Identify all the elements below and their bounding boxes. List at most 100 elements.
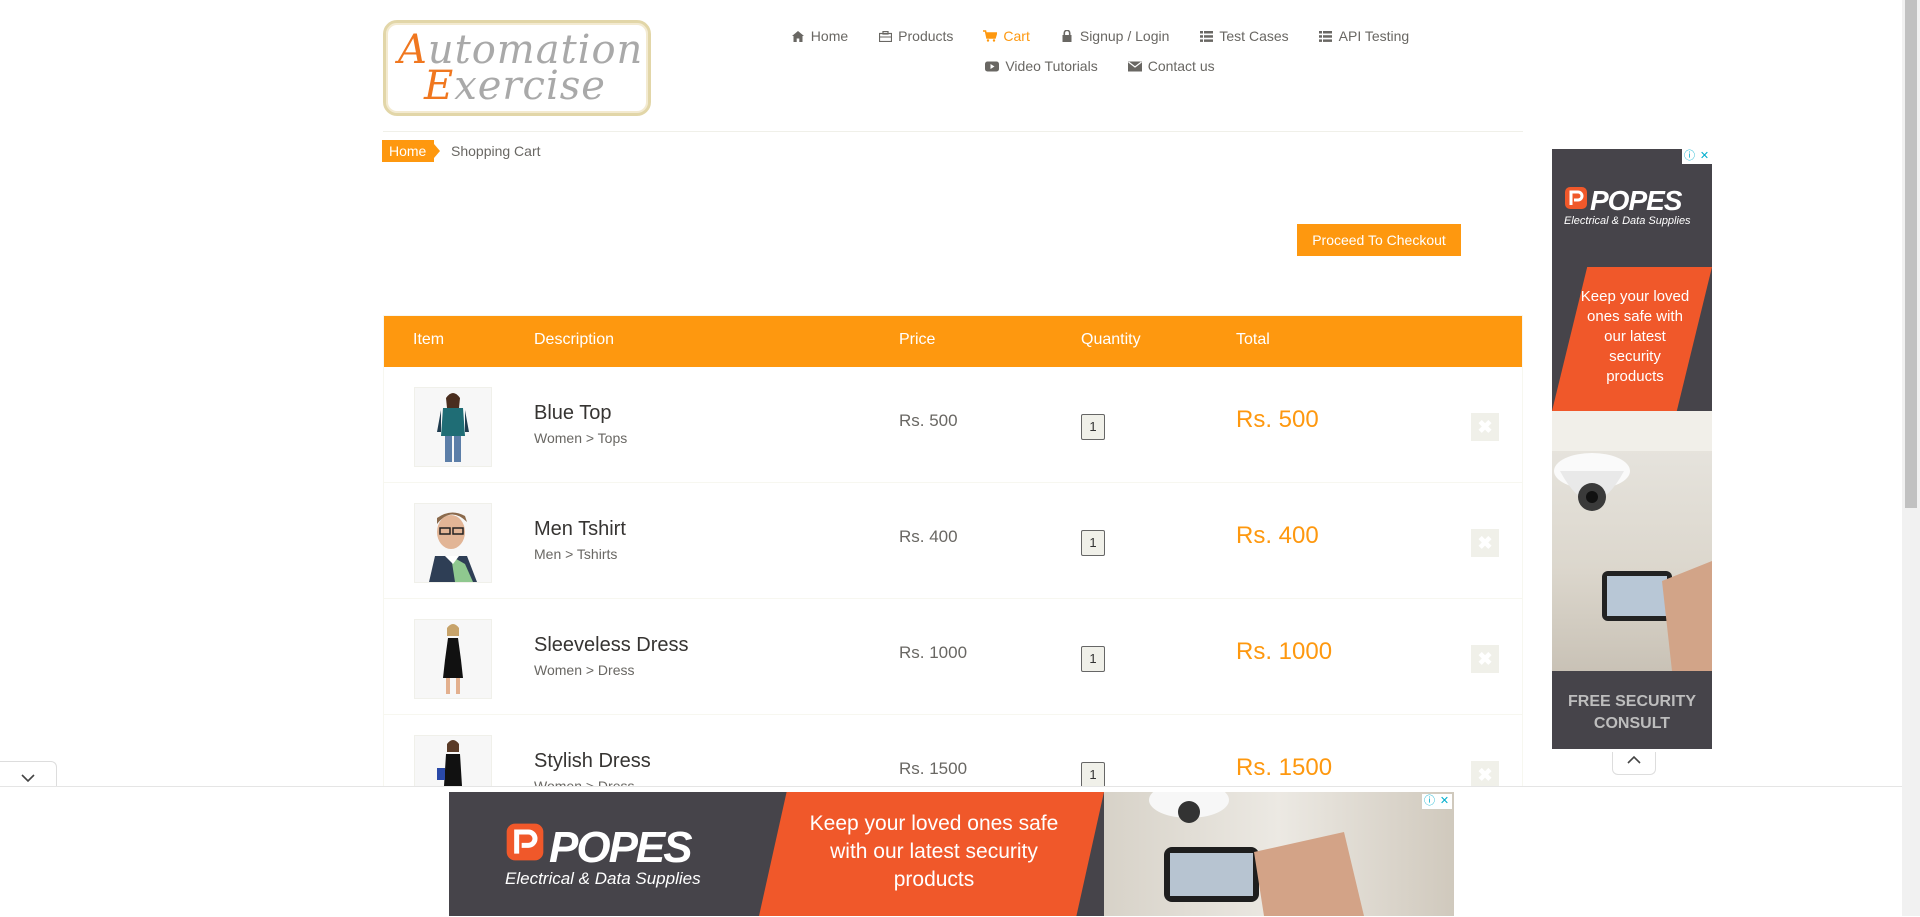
- cart-row: Blue Top Women > Tops Rs. 500 1 Rs. 500 …: [384, 367, 1522, 483]
- cart-row: Sleeveless Dress Women > Dress Rs. 1000 …: [384, 599, 1522, 715]
- delete-item-button[interactable]: ✖: [1471, 761, 1499, 786]
- cart-table: Item Description Price Quantity Total Bl…: [383, 315, 1523, 786]
- header-total: Total: [1236, 331, 1270, 348]
- product-name[interactable]: Stylish Dress: [534, 750, 651, 773]
- breadcrumb-home[interactable]: Home: [382, 140, 441, 162]
- quantity-box: 1: [1081, 762, 1105, 786]
- nav-signup-login[interactable]: Signup / Login: [1060, 28, 1170, 44]
- header-item: Item: [413, 331, 445, 348]
- ad-cta[interactable]: FREE SECURITY CONSULT: [1552, 671, 1712, 749]
- breadcrumb-current: Shopping Cart: [451, 143, 541, 159]
- product-name[interactable]: Sleeveless Dress: [534, 634, 689, 657]
- ad-camera-image: [1552, 411, 1712, 671]
- product-category: Women > Dress: [534, 662, 635, 678]
- cart-row: Men Tshirt Men > Tshirts Rs. 400 1 Rs. 4…: [384, 483, 1522, 599]
- quantity-box: 1: [1081, 414, 1105, 440]
- product-price: Rs. 500: [899, 411, 958, 430]
- list-icon: [1319, 29, 1333, 43]
- ad-tagline: Electrical & Data Supplies: [1564, 215, 1691, 227]
- proceed-to-checkout-button[interactable]: Proceed To Checkout: [1297, 224, 1461, 256]
- youtube-icon: [985, 59, 1000, 73]
- product-name[interactable]: Men Tshirt: [534, 518, 626, 541]
- product-image-sleeveless-dress[interactable]: [414, 619, 492, 699]
- lock-icon: [1060, 29, 1074, 43]
- nav-api-testing[interactable]: API Testing: [1319, 28, 1410, 44]
- ad-camera-image: [1104, 792, 1454, 916]
- product-image-stylish-dress[interactable]: [414, 735, 492, 786]
- chevron-up-icon: [1626, 752, 1642, 769]
- header-divider: [383, 131, 1523, 132]
- ad-message-panel: Keep your loved ones safe with our lates…: [759, 792, 1104, 916]
- list-icon: [1199, 29, 1213, 43]
- logo-line-2: Exercise: [424, 63, 606, 109]
- product-category: Women > Tops: [534, 430, 628, 446]
- ad-brand: POPES Electrical & Data Supplies: [505, 822, 701, 889]
- main-nav: Home Products Cart Signup / Login Test C…: [760, 28, 1440, 74]
- cart-icon: [983, 29, 998, 43]
- ad-message-panel: Keep your loved ones safe with our lates…: [1552, 267, 1712, 411]
- nav-signup-login-label: Signup / Login: [1079, 28, 1170, 44]
- ad-brand-name: POPES: [1590, 185, 1682, 216]
- product-category: Women > Dress: [534, 778, 635, 786]
- product-total: Rs. 1000: [1236, 638, 1333, 665]
- nav-cart[interactable]: Cart: [983, 28, 1030, 44]
- delete-item-button[interactable]: ✖: [1471, 413, 1499, 441]
- nav-contact-us[interactable]: Contact us: [1127, 58, 1215, 74]
- product-image-men-tshirt[interactable]: [414, 503, 492, 583]
- bottom-advertisement[interactable]: POPES Electrical & Data Supplies Keep yo…: [449, 792, 1454, 916]
- header-quantity: Quantity: [1081, 331, 1141, 348]
- ad-close-icon[interactable]: ✕: [1437, 794, 1452, 809]
- nav-api-testing-label: API Testing: [1338, 28, 1410, 44]
- ad-choices-badge[interactable]: ⓘ ✕: [1682, 149, 1712, 164]
- product-price: Rs. 1000: [899, 643, 968, 662]
- site-logo[interactable]: Automation Exercise: [383, 20, 651, 116]
- popes-logo-icon: [505, 822, 545, 873]
- product-category: Men > Tshirts: [534, 546, 618, 562]
- nav-cart-label: Cart: [1003, 28, 1030, 44]
- product-total: Rs. 500: [1236, 406, 1319, 433]
- product-total: Rs. 1500: [1236, 754, 1333, 781]
- close-icon: ✖: [1477, 649, 1493, 669]
- ad-brand-name: POPES: [549, 822, 693, 872]
- product-total: Rs. 400: [1236, 522, 1319, 549]
- product-name[interactable]: Blue Top: [534, 402, 611, 425]
- header-description: Description: [534, 331, 615, 348]
- nav-video-tutorials-label: Video Tutorials: [1005, 58, 1098, 74]
- ad-brand: POPES Electrical & Data Supplies: [1564, 185, 1691, 227]
- ad-expand-tab[interactable]: [1612, 752, 1656, 775]
- close-icon: ✖: [1477, 765, 1493, 785]
- delete-item-button[interactable]: ✖: [1471, 645, 1499, 673]
- product-price: Rs. 1500: [899, 759, 968, 778]
- home-icon: [791, 29, 805, 43]
- products-icon: [878, 29, 892, 43]
- scrollbar-thumb[interactable]: [1905, 0, 1917, 508]
- ad-close-icon[interactable]: ✕: [1697, 149, 1712, 164]
- nav-contact-us-label: Contact us: [1147, 58, 1215, 74]
- cart-row: Stylish Dress Women > Dress Rs. 1500 1 R…: [384, 715, 1522, 786]
- product-image-blue-top[interactable]: [414, 387, 492, 467]
- nav-home-label: Home: [810, 28, 849, 44]
- nav-test-cases-label: Test Cases: [1219, 28, 1289, 44]
- nav-home[interactable]: Home: [791, 28, 848, 44]
- delete-item-button[interactable]: ✖: [1471, 529, 1499, 557]
- nav-video-tutorials[interactable]: Video Tutorials: [985, 58, 1098, 74]
- ad-message: Keep your loved ones safe with our lates…: [809, 812, 1059, 891]
- vertical-scrollbar[interactable]: [1902, 0, 1920, 916]
- close-icon: ✖: [1477, 533, 1493, 553]
- ad-info-icon[interactable]: ⓘ: [1422, 794, 1437, 809]
- anchor-ad-collapse-tab[interactable]: [0, 761, 57, 787]
- ad-info-icon[interactable]: ⓘ: [1682, 149, 1697, 164]
- quantity-box: 1: [1081, 646, 1105, 672]
- ad-choices-badge[interactable]: ⓘ ✕: [1422, 794, 1452, 809]
- nav-test-cases[interactable]: Test Cases: [1199, 28, 1289, 44]
- nav-products[interactable]: Products: [878, 28, 953, 44]
- side-advertisement[interactable]: ⓘ ✕ POPES Electrical & Data Supplies Kee…: [1552, 149, 1712, 749]
- close-icon: ✖: [1477, 417, 1493, 437]
- ad-tagline: Electrical & Data Supplies: [505, 869, 701, 888]
- header-price: Price: [899, 331, 936, 348]
- envelope-icon: [1127, 59, 1142, 73]
- quantity-box: 1: [1081, 530, 1105, 556]
- ad-cta-label: FREE SECURITY CONSULT: [1567, 693, 1696, 732]
- product-price: Rs. 400: [899, 527, 958, 546]
- cart-table-header: Item Description Price Quantity Total: [384, 316, 1522, 367]
